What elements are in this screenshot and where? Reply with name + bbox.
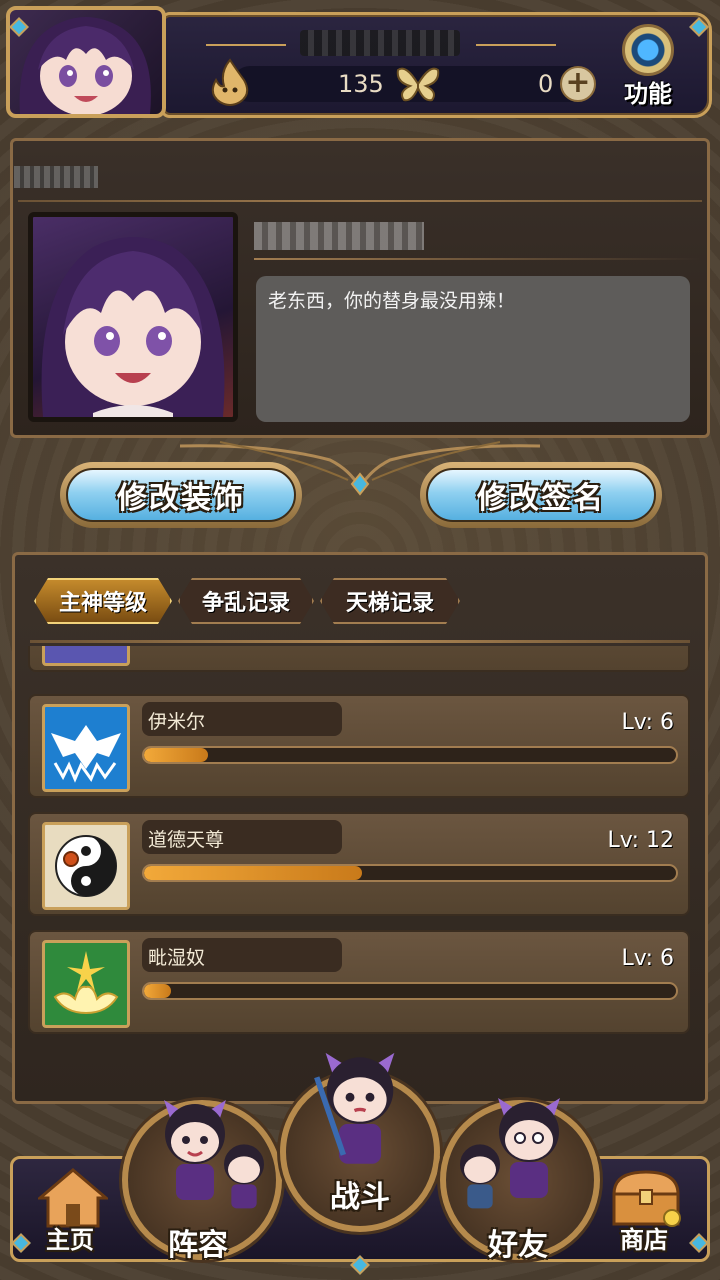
edit-signature-button[interactable]: 修改签名 <box>420 462 662 528</box>
player-name-redacted <box>300 30 460 56</box>
tab-label: 主神等级 <box>58 591 147 616</box>
list-item: 伊米尔 Lv: 6 <box>28 694 690 798</box>
tab-label: 天梯记录 <box>345 591 434 616</box>
bottom-navigation: 主页 阵容 战斗 好友 商店 <box>0 1040 720 1280</box>
god-level: Lv: 12 <box>607 828 674 853</box>
player-nickname-redacted <box>254 222 424 250</box>
avatar-portrait-icon <box>19 17 151 114</box>
partial-god-icon <box>42 646 130 666</box>
nav-friends-button[interactable]: 好友 <box>436 1096 606 1266</box>
level-progress-fill <box>144 984 171 998</box>
edit-decoration-button[interactable]: 修改装饰 <box>60 462 302 528</box>
level-progress-fill <box>144 748 208 762</box>
ice-dragon-icon <box>42 704 130 792</box>
god-level: Lv: 6 <box>621 946 674 971</box>
nav-home-label: 主页 <box>46 1226 94 1254</box>
nav-friends-label: 好友 <box>488 1228 548 1263</box>
player-avatar[interactable] <box>6 6 166 118</box>
nav-battle-label: 战斗 <box>330 1180 390 1215</box>
god-name: 道德天尊 <box>142 820 342 854</box>
add-currency-button[interactable]: + <box>560 66 596 102</box>
tab-label: 争乱记录 <box>201 591 290 616</box>
level-progress-fill <box>144 866 363 880</box>
gem-value: 0 <box>538 70 554 98</box>
god-level: Lv: 6 <box>621 710 674 735</box>
chibi-character-icon <box>460 1144 500 1209</box>
function-label: 功能 <box>624 80 672 108</box>
tab-god-level[interactable]: 主神等级 <box>34 578 172 624</box>
list-item: 毗湿奴 Lv: 6 <box>28 930 690 1034</box>
level-progress-bar <box>142 982 678 1000</box>
level-progress-bar <box>142 746 678 764</box>
lotus-icon <box>42 940 130 1028</box>
nav-lineup-label: 阵容 <box>168 1228 228 1263</box>
gear-icon <box>622 24 674 76</box>
god-name: 毗湿奴 <box>142 938 342 972</box>
character-portrait-icon <box>41 237 225 417</box>
player-id-redacted <box>14 166 98 188</box>
nav-shop-button[interactable]: 商店 <box>598 1164 698 1260</box>
profile-portrait[interactable] <box>28 212 238 422</box>
divider <box>476 44 556 46</box>
god-name: 伊米尔 <box>142 702 342 736</box>
function-button[interactable]: 功能 <box>608 20 688 112</box>
level-progress-bar <box>142 864 678 882</box>
divider <box>206 44 286 46</box>
divider <box>254 258 700 260</box>
yin-yang-icon <box>42 822 130 910</box>
butterfly-icon <box>396 67 440 102</box>
chibi-character-icon <box>224 1144 264 1209</box>
house-icon <box>38 1168 108 1228</box>
signature-text: 老东西，你的替身最没用辣！ <box>256 276 690 422</box>
flame-spirit-icon <box>211 58 249 106</box>
top-bar: 135 0 + 功能 <box>0 0 720 128</box>
tab-battle-record[interactable]: 争乱记录 <box>178 578 314 624</box>
edit-decoration-label: 修改装饰 <box>66 468 296 522</box>
nav-battle-button[interactable]: 战斗 <box>276 1044 444 1244</box>
nav-home-button[interactable]: 主页 <box>28 1164 128 1260</box>
tab-ladder-record[interactable]: 天梯记录 <box>320 578 460 624</box>
list-item: 道德天尊 Lv: 12 <box>28 812 690 916</box>
list-item <box>28 646 690 672</box>
treasure-chest-icon <box>612 1170 681 1227</box>
edit-signature-label: 修改签名 <box>426 468 656 522</box>
nav-shop-label: 商店 <box>620 1226 668 1254</box>
god-level-list[interactable]: 伊米尔 Lv: 6 道德天尊 Lv: 12 毗湿奴 Lv: 6 <box>20 646 700 1034</box>
chibi-character-icon <box>314 1052 395 1164</box>
nav-lineup-button[interactable]: 阵容 <box>118 1096 288 1266</box>
divider <box>30 640 690 643</box>
divider <box>18 200 702 202</box>
gold-value: 135 <box>338 70 384 98</box>
